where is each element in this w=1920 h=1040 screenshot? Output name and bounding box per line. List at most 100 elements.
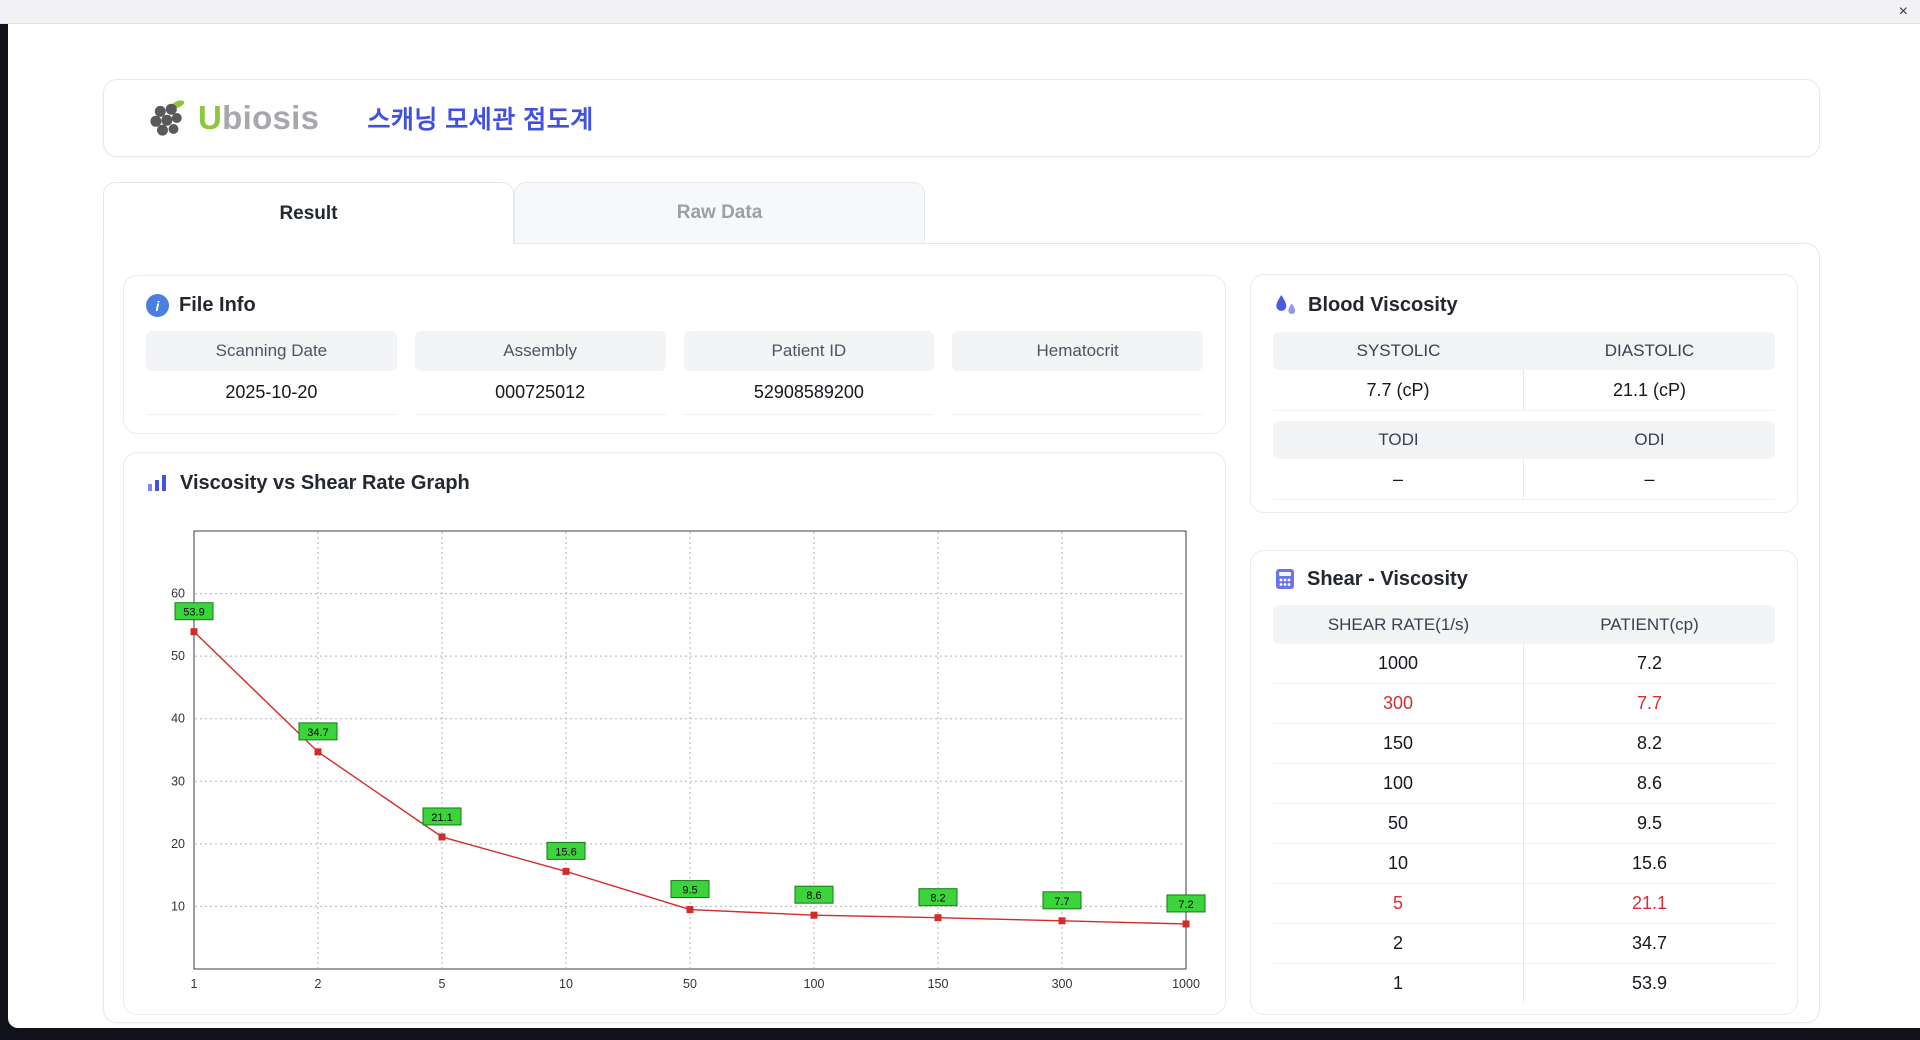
assembly-value: 000725012	[414, 371, 666, 415]
table-row: 50 9.5	[1273, 804, 1775, 844]
hematocrit-value	[952, 371, 1203, 415]
patient-cell: 34.7	[1631, 933, 1668, 953]
svg-text:53.9: 53.9	[183, 607, 204, 619]
svg-text:34.7: 34.7	[307, 727, 328, 739]
shear-rate-cell: 1	[1273, 964, 1524, 1003]
shear-viscosity-header: Shear - Viscosity	[1273, 567, 1775, 591]
shear-rate-column-header: SHEAR RATE(1/s)	[1273, 605, 1524, 644]
shear-rate-cell: 100	[1273, 764, 1524, 803]
droplets-icon	[1276, 295, 1296, 315]
svg-text:100: 100	[804, 977, 825, 991]
table-row: 10 15.6	[1273, 844, 1775, 884]
patient-cell: 8.6	[1636, 773, 1663, 793]
blood-viscosity-title: Blood Viscosity	[1308, 294, 1458, 316]
bv-value-row-1: 7.7 (cP) 21.1 (cP)	[1273, 370, 1775, 411]
blood-viscosity-header: Blood Viscosity	[1273, 293, 1775, 318]
svg-text:50: 50	[171, 649, 185, 663]
table-row: 2 34.7	[1273, 924, 1775, 964]
scanning-date-label: Scanning Date	[146, 331, 397, 371]
patient-cell: 21.1	[1631, 893, 1668, 913]
table-row: 1000 7.2	[1273, 644, 1775, 684]
svg-text:1: 1	[191, 977, 198, 991]
svg-text:9.5: 9.5	[682, 885, 697, 897]
patient-cell: 7.7	[1636, 693, 1663, 713]
main-card: i File Info Scanning Date 2025-10-20 Ass…	[103, 243, 1820, 1023]
titlebar: ×	[0, 0, 1920, 24]
odi-value: –	[1644, 468, 1655, 489]
graph-title: Viscosity vs Shear Rate Graph	[180, 471, 470, 494]
tab-result[interactable]: Result	[103, 182, 514, 244]
patient-cell: 8.2	[1636, 733, 1663, 753]
svg-text:1000: 1000	[1172, 977, 1200, 991]
svg-text:40: 40	[171, 712, 185, 726]
graph-header: Viscosity vs Shear Rate Graph	[146, 471, 1203, 495]
bv-value-row-2: – –	[1273, 459, 1775, 500]
patient-id-field: Patient ID 52908589200	[683, 331, 935, 415]
svg-text:10: 10	[171, 899, 185, 913]
shear-table-header: SHEAR RATE(1/s) PATIENT(cp)	[1273, 605, 1775, 644]
file-info-fields: Scanning Date 2025-10-20 Assembly 000725…	[146, 331, 1203, 415]
svg-text:7.7: 7.7	[1054, 896, 1069, 908]
svg-text:8.2: 8.2	[930, 893, 945, 905]
patient-cell: 9.5	[1636, 813, 1663, 833]
bar-chart-icon	[148, 475, 166, 491]
hematocrit-field: Hematocrit	[952, 331, 1203, 415]
svg-text:7.2: 7.2	[1178, 899, 1193, 911]
table-row: 5 21.1	[1273, 884, 1775, 924]
patient-id-value: 52908589200	[683, 371, 935, 415]
patient-column-header: PATIENT(cp)	[1524, 605, 1775, 644]
shear-rate-cell: 50	[1273, 804, 1524, 843]
viscosity-chart: 10 20 30 40 50 60 1 2 5 10 50 100 150 300 1000 53.9 34.7…	[171, 530, 1206, 991]
todi-label: TODI	[1273, 421, 1524, 459]
tab-raw-data[interactable]: Raw Data	[514, 182, 925, 244]
table-row: 1 53.9	[1273, 964, 1775, 1003]
ubiosis-logo: Ubiosis	[146, 96, 319, 140]
svg-text:30: 30	[171, 774, 185, 788]
header-card: Ubiosis 스캐닝 모세관 점도계	[103, 79, 1820, 157]
assembly-field: Assembly 000725012	[414, 331, 666, 415]
systolic-value: 7.7 (cP)	[1273, 370, 1524, 410]
info-icon: i	[146, 294, 169, 317]
blood-viscosity-card: Blood Viscosity SYSTOLIC DIASTOLIC 7.7 (…	[1250, 274, 1798, 513]
table-row: 300 7.7	[1273, 684, 1775, 724]
shear-viscosity-card: Shear - Viscosity SHEAR RATE(1/s) PATIEN…	[1250, 550, 1798, 1015]
logo-text: Ubiosis	[198, 99, 319, 137]
logo-text-u: U	[198, 99, 223, 136]
bv-header-row-1: SYSTOLIC DIASTOLIC	[1273, 332, 1775, 370]
svg-text:300: 300	[1052, 977, 1073, 991]
table-row: 100 8.6	[1273, 764, 1775, 804]
scanning-date-value: 2025-10-20	[146, 371, 397, 415]
svg-text:15.6: 15.6	[555, 846, 576, 858]
scanning-date-field: Scanning Date 2025-10-20	[146, 331, 397, 415]
svg-text:60: 60	[171, 587, 185, 601]
svg-text:10: 10	[559, 977, 573, 991]
svg-text:50: 50	[683, 977, 697, 991]
shear-rate-cell: 2	[1273, 924, 1524, 963]
assembly-label: Assembly	[414, 331, 666, 371]
close-icon[interactable]: ×	[1899, 1, 1908, 23]
graph-card: Viscosity vs Shear Rate Graph 10 20 30 40 50…	[123, 452, 1226, 1015]
file-info-card: i File Info Scanning Date 2025-10-20 Ass…	[123, 275, 1226, 434]
file-info-header: i File Info	[146, 294, 1203, 317]
hematocrit-label: Hematocrit	[952, 331, 1203, 371]
grape-logo-icon	[150, 100, 185, 136]
systolic-label: SYSTOLIC	[1273, 332, 1524, 370]
file-info-title: File Info	[179, 294, 256, 316]
page-title: 스캐닝 모세관 점도계	[367, 106, 594, 134]
patient-id-label: Patient ID	[683, 331, 935, 371]
svg-text:20: 20	[171, 837, 185, 851]
app-window: Ubiosis 스캐닝 모세관 점도계 Result Raw Data i Fi…	[8, 24, 1920, 1028]
svg-text:21.1: 21.1	[431, 812, 452, 824]
diastolic-label: DIASTOLIC	[1524, 332, 1775, 370]
svg-text:5: 5	[439, 977, 446, 991]
shear-table-body: 1000 7.2 300 7.7 150 8.2 100 8.6 50 9.5 …	[1273, 644, 1775, 1003]
shear-rate-cell: 150	[1273, 724, 1524, 763]
shear-viscosity-title: Shear - Viscosity	[1307, 567, 1468, 590]
odi-label: ODI	[1524, 421, 1775, 459]
shear-rate-cell: 300	[1273, 684, 1524, 723]
shear-rate-cell: 10	[1273, 844, 1524, 883]
svg-text:2: 2	[315, 977, 322, 991]
shear-rate-cell: 5	[1273, 884, 1524, 923]
shear-rate-cell: 1000	[1273, 644, 1524, 683]
calculator-icon	[1276, 569, 1294, 589]
